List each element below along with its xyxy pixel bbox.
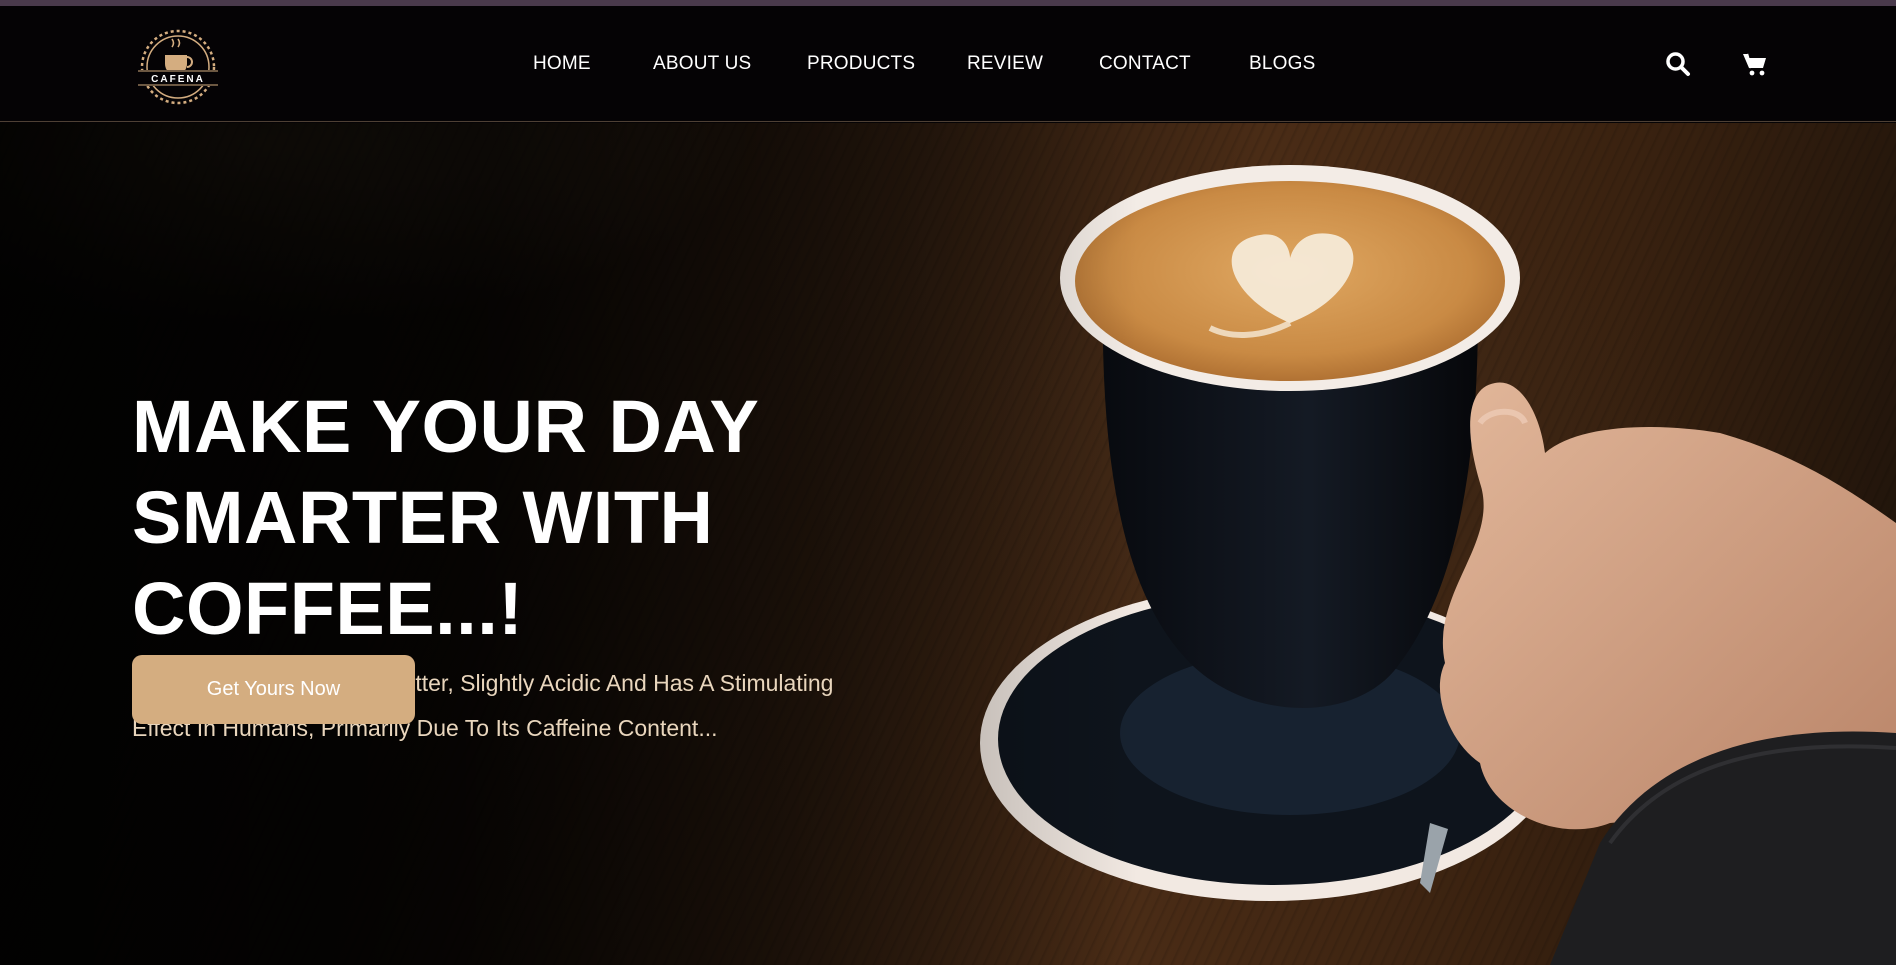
main-nav: HOME ABOUT US PRODUCTS REVIEW CONTACT BL… xyxy=(0,6,1896,122)
cart-icon[interactable] xyxy=(1741,50,1769,78)
hero-title-line: SMARTER WITH xyxy=(132,476,714,559)
hero-title: MAKE YOUR DAY SMARTER WITH COFFEE...! xyxy=(132,381,892,654)
nav-home[interactable]: HOME xyxy=(533,53,591,75)
nav-products[interactable]: PRODUCTS xyxy=(807,53,915,75)
hero-section: MAKE YOUR DAY SMARTER WITH COFFEE...! Co… xyxy=(0,123,1896,965)
hero-title-line: MAKE YOUR DAY xyxy=(132,385,760,468)
navbar: CAFENA HOME ABOUT US PRODUCTS REVIEW CON… xyxy=(0,6,1896,122)
nav-contact[interactable]: CONTACT xyxy=(1099,53,1191,75)
nav-blogs[interactable]: BLOGS xyxy=(1249,53,1315,75)
nav-about-us[interactable]: ABOUT US xyxy=(653,53,751,75)
get-yours-now-button[interactable]: Get Yours Now xyxy=(132,655,415,724)
nav-review[interactable]: REVIEW xyxy=(967,53,1043,75)
search-icon[interactable] xyxy=(1664,50,1692,78)
hero-title-line: COFFEE...! xyxy=(132,567,524,650)
